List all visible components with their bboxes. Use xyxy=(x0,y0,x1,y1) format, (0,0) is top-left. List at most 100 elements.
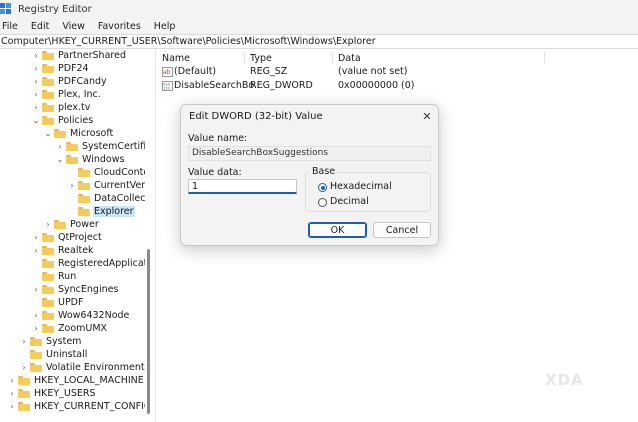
tree-item-label: Explorer xyxy=(93,206,135,217)
tree-item-label: System xyxy=(46,336,82,347)
value-data: 0x00000000 (0) xyxy=(338,80,415,91)
chevron-down-icon[interactable]: ⌄ xyxy=(32,114,40,127)
tree-item[interactable]: › CurrentVersion xyxy=(68,179,153,192)
tree-item[interactable]: › HKEY_LOCAL_MACHINE xyxy=(8,374,145,387)
hexadecimal-radio[interactable] xyxy=(318,183,327,192)
base-group: Base Hexadecimal Decimal xyxy=(305,166,431,212)
pane-splitter[interactable] xyxy=(155,49,158,422)
tree-item[interactable]: ›RegisteredApplications xyxy=(32,257,153,270)
chevron-right-icon[interactable]: › xyxy=(32,101,40,114)
ok-button[interactable]: OK xyxy=(308,222,367,238)
tree-item[interactable]: › PDFCandy xyxy=(32,75,108,88)
chevron-right-icon[interactable]: › xyxy=(44,218,52,231)
decimal-radio[interactable] xyxy=(318,198,327,207)
menu-favorites[interactable]: Favorites xyxy=(98,21,141,32)
tree-item[interactable]: ⌄ Windows xyxy=(56,153,125,166)
chevron-right-icon[interactable]: › xyxy=(32,322,40,335)
column-divider[interactable] xyxy=(544,52,545,64)
hexadecimal-label[interactable]: Hexadecimal xyxy=(330,181,392,192)
chevron-right-icon[interactable]: › xyxy=(32,62,40,75)
value-row-default[interactable]: ab (Default) REG_SZ (value not set) xyxy=(158,66,638,79)
tree-item[interactable]: › QtProject xyxy=(32,231,103,244)
tree-item-label: Windows xyxy=(82,154,125,165)
folder-icon xyxy=(30,337,42,346)
tree-item-label: Plex, Inc. xyxy=(58,89,101,100)
value-data-label: Value data: xyxy=(188,167,242,178)
chevron-down-icon[interactable]: ⌄ xyxy=(44,127,52,140)
tree-item[interactable]: ›UPDF xyxy=(32,296,84,309)
tree-item[interactable]: ⌄ Policies xyxy=(32,114,94,127)
string-value-icon: ab xyxy=(162,67,173,77)
value-name-text: DisableSearchBoxSuggestions xyxy=(192,148,329,158)
xda-watermark: XDA xyxy=(545,371,584,389)
decimal-label[interactable]: Decimal xyxy=(330,196,369,207)
tree-item[interactable]: › Realtek xyxy=(32,244,95,257)
chevron-down-icon[interactable]: ⌄ xyxy=(56,153,64,166)
tree-item[interactable]: › PartnerShared xyxy=(32,49,127,62)
folder-icon xyxy=(42,51,54,60)
tree-item[interactable]: › SystemCertificates xyxy=(56,140,153,153)
chevron-right-icon[interactable]: › xyxy=(8,387,16,400)
value-type: REG_DWORD xyxy=(250,80,313,91)
tree-item-label: HKEY_LOCAL_MACHINE xyxy=(34,375,144,386)
column-divider[interactable] xyxy=(244,52,245,64)
tree-item[interactable]: › Volatile Environment xyxy=(20,361,146,374)
tree-item-label: ZoomUMX xyxy=(58,323,108,334)
menu-bar: File Edit View Favorites Help xyxy=(0,18,638,34)
tree-item[interactable]: ›DataCollection xyxy=(68,192,153,205)
tree-item[interactable]: ›Uninstall xyxy=(20,348,88,361)
address-bar[interactable]: Computer\HKEY_CURRENT_USER\Software\Poli… xyxy=(0,34,638,49)
folder-icon xyxy=(18,389,30,398)
tree-item-label: Wow6432Node xyxy=(58,310,130,321)
tree-item[interactable]: ›Explorer xyxy=(68,205,135,218)
tree-item[interactable]: › SyncEngines xyxy=(32,283,119,296)
chevron-right-icon[interactable]: › xyxy=(32,88,40,101)
tree-item[interactable]: › ZoomUMX xyxy=(32,322,108,335)
chevron-right-icon[interactable]: › xyxy=(32,283,40,296)
tree-item[interactable]: › Plex, Inc. xyxy=(32,88,102,101)
chevron-right-icon[interactable]: › xyxy=(32,309,40,322)
tree-item[interactable]: › HKEY_USERS xyxy=(8,387,97,400)
folder-icon xyxy=(78,181,90,190)
chevron-right-icon[interactable]: › xyxy=(20,335,28,348)
column-header-name[interactable]: Name xyxy=(162,53,190,64)
chevron-right-icon[interactable]: › xyxy=(32,75,40,88)
chevron-right-icon[interactable]: › xyxy=(32,244,40,257)
menu-help[interactable]: Help xyxy=(154,21,176,32)
tree-item[interactable]: › plex.tv xyxy=(32,101,91,114)
tree-item-label: HKEY_USERS xyxy=(34,388,96,399)
chevron-right-icon[interactable]: › xyxy=(32,231,40,244)
column-header-type[interactable]: Type xyxy=(250,53,272,64)
value-data-input[interactable] xyxy=(188,179,297,194)
tree-scrollbar[interactable] xyxy=(145,49,153,422)
folder-icon xyxy=(66,155,78,164)
address-path: Computer\HKEY_CURRENT_USER\Software\Poli… xyxy=(1,36,376,47)
chevron-right-icon[interactable]: › xyxy=(8,400,16,413)
menu-edit[interactable]: Edit xyxy=(31,21,49,32)
chevron-right-icon[interactable]: › xyxy=(32,49,40,62)
tree-item[interactable]: › PDF24 xyxy=(32,62,90,75)
chevron-right-icon[interactable]: › xyxy=(56,140,64,153)
column-divider[interactable] xyxy=(332,52,333,64)
chevron-right-icon[interactable]: › xyxy=(20,361,28,374)
cancel-button[interactable]: Cancel xyxy=(373,222,431,238)
tree-item-label: Realtek xyxy=(58,245,94,256)
chevron-right-icon[interactable]: › xyxy=(68,179,76,192)
folder-icon xyxy=(78,168,90,177)
tree-item[interactable]: ›Run xyxy=(32,270,77,283)
tree-item[interactable]: ›CloudContent xyxy=(68,166,153,179)
scrollbar-thumb[interactable] xyxy=(147,249,150,414)
folder-icon xyxy=(42,90,54,99)
menu-file[interactable]: File xyxy=(2,21,18,32)
value-row-disablesearchboxsuggestions[interactable]: 010 110 DisableSearchBo... REG_DWORD 0x0… xyxy=(158,80,638,93)
tree-item[interactable]: ⌄ Microsoft xyxy=(44,127,114,140)
menu-view[interactable]: View xyxy=(62,21,85,32)
tree-item-label: Volatile Environment xyxy=(46,362,145,373)
tree-item[interactable]: › HKEY_CURRENT_CONFIG xyxy=(8,400,152,413)
tree-item[interactable]: › Power xyxy=(44,218,100,231)
tree-item[interactable]: › System xyxy=(20,335,82,348)
chevron-right-icon[interactable]: › xyxy=(8,374,16,387)
close-icon[interactable]: ✕ xyxy=(419,108,435,124)
tree-item[interactable]: › Wow6432Node xyxy=(32,309,130,322)
column-header-data[interactable]: Data xyxy=(338,53,361,64)
